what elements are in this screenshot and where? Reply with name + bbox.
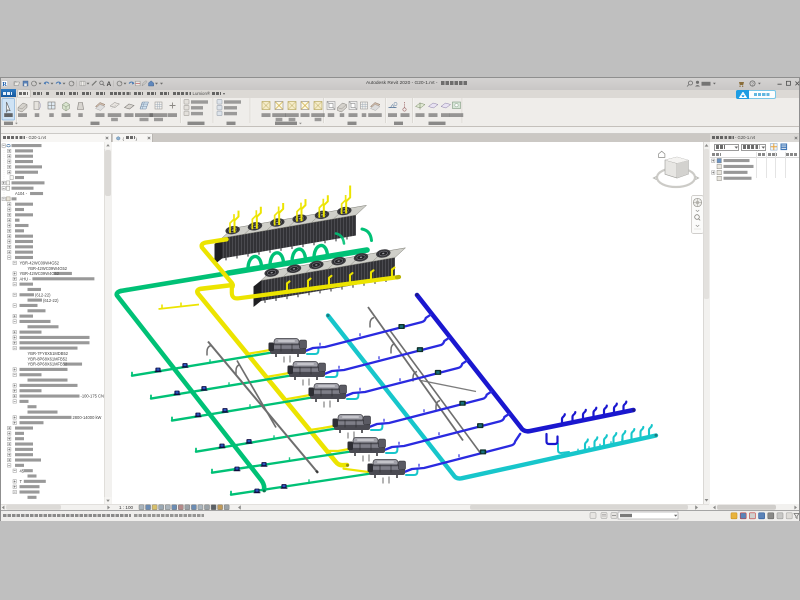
svg-text:?: ?: [751, 82, 754, 87]
svg-text:AHU -: AHU -: [20, 276, 32, 281]
svg-text:YBR-42WC09W4G52: YBR-42WC09W4G52: [28, 266, 68, 271]
svg-text:YBR-42WC09W4G52: YBR-42WC09W4G52: [20, 271, 60, 276]
svg-text:YBR-7FY8X51MDB52: YBR-7FY8X51MDB52: [28, 351, 69, 356]
svg-text:A: A: [107, 81, 112, 88]
svg-text:YBR-8P68X61MFB52: YBR-8P68X61MFB52: [28, 356, 69, 361]
svg-text:-100-175 CN: -100-175 CN: [81, 394, 104, 399]
svg-text:A104 -: A104 -: [15, 191, 28, 196]
svg-text:R: R: [2, 81, 7, 88]
svg-text:(612-22): (612-22): [43, 298, 59, 303]
svg-text:YBR-8P68X61MFB52: YBR-8P68X61MFB52: [28, 362, 69, 367]
svg-text:2800-14000 kW: 2800-14000 kW: [73, 415, 102, 420]
svg-text:T: T: [20, 479, 23, 484]
svg-text:(612-22): (612-22): [35, 292, 51, 297]
svg-text:YBR-42WC09W4G52: YBR-42WC09W4G52: [20, 260, 60, 265]
